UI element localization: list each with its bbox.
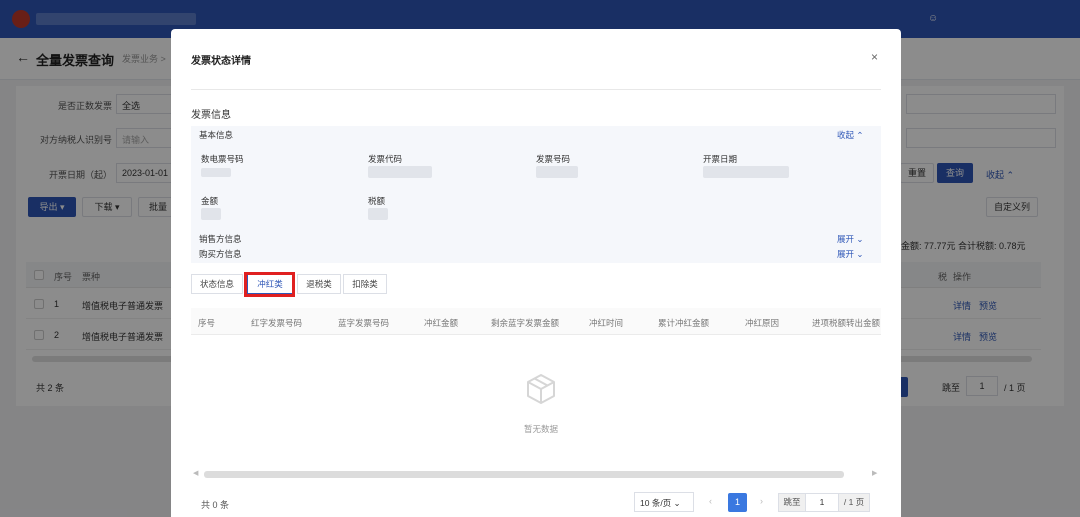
tax-label: 税额 <box>368 196 386 206</box>
current-page-button[interactable]: 1 <box>728 493 747 512</box>
invoice-code-value-redacted <box>368 166 432 178</box>
col-input-tax-transfer-amount: 进项税额转出金额 <box>812 318 881 328</box>
col-blue-invoice-number: 蓝字发票号码 <box>338 318 390 328</box>
tab-status-info[interactable]: 状态信息 <box>191 274 243 294</box>
prev-page-icon[interactable]: ‹ <box>709 496 712 506</box>
amount-value-redacted <box>201 208 221 220</box>
digital-number-value-redacted <box>201 168 231 177</box>
section-title: 发票信息 <box>191 110 231 121</box>
jump-page-input[interactable]: 1 <box>805 493 839 512</box>
col-index: 序号 <box>198 318 216 328</box>
total-pages-label: / 1 页 <box>838 493 870 512</box>
tab-tax-refund[interactable]: 退税类 <box>297 274 341 294</box>
scrollbar-thumb[interactable] <box>204 471 844 478</box>
invoice-info-box: 基本信息 收起 ⌃ 数电票号码 发票代码 发票号码 开票日期 金额 税额 销售方… <box>191 126 881 263</box>
empty-data-text: 暂无数据 <box>523 424 558 434</box>
col-remaining-blue-amount: 剩余蓝字发票金额 <box>491 318 560 328</box>
col-red-invoice-number: 红字发票号码 <box>251 318 303 328</box>
issue-date-value-redacted <box>703 166 789 178</box>
col-cumulative-reversal-amount: 累计冲红金额 <box>658 318 710 328</box>
page-size-select[interactable]: 10 条/页 ⌄ <box>634 492 694 512</box>
close-icon[interactable]: × <box>871 50 878 64</box>
next-page-icon[interactable]: › <box>760 496 763 506</box>
table-horizontal-scrollbar[interactable]: ◀ ▶ <box>191 469 881 478</box>
col-reversal-reason: 冲红原因 <box>745 318 780 328</box>
invoice-number-label: 发票号码 <box>536 154 571 164</box>
red-reversal-table-header: 序号 红字发票号码 蓝字发票号码 冲红金额 剩余蓝字发票金额 冲红时间 累计冲红… <box>191 308 881 335</box>
invoice-code-label: 发票代码 <box>368 154 403 164</box>
scroll-left-arrow-icon[interactable]: ◀ <box>193 469 198 477</box>
highlight-box <box>244 272 295 297</box>
invoice-number-value-redacted <box>536 166 578 178</box>
tax-value-redacted <box>368 208 388 220</box>
scroll-right-arrow-icon[interactable]: ▶ <box>872 469 877 477</box>
digital-number-label: 数电票号码 <box>201 154 244 164</box>
basic-info-collapse-link[interactable]: 收起 ⌃ <box>837 129 863 141</box>
buyer-info-heading: 购买方信息 <box>199 249 242 259</box>
issue-date-label: 开票日期 <box>703 154 738 164</box>
jump-to-label: 跳至 <box>778 493 806 512</box>
empty-box-icon <box>527 374 555 404</box>
col-reversal-amount: 冲红金额 <box>424 318 459 328</box>
total-count: 共 0 条 <box>201 500 230 510</box>
buyer-expand-link[interactable]: 展开 ⌄ <box>837 248 863 260</box>
invoice-status-modal: 发票状态详情 × 发票信息 基本信息 收起 ⌃ 数电票号码 发票代码 发票号码 … <box>171 29 901 517</box>
col-reversal-time: 冲红时间 <box>589 318 624 328</box>
amount-label: 金额 <box>201 196 219 206</box>
basic-info-heading: 基本信息 <box>199 130 234 140</box>
seller-expand-link[interactable]: 展开 ⌄ <box>837 233 863 245</box>
tab-deduction[interactable]: 扣除类 <box>343 274 387 294</box>
modal-title: 发票状态详情 <box>191 56 251 67</box>
modal-divider <box>191 89 881 90</box>
seller-info-heading: 销售方信息 <box>199 234 242 244</box>
